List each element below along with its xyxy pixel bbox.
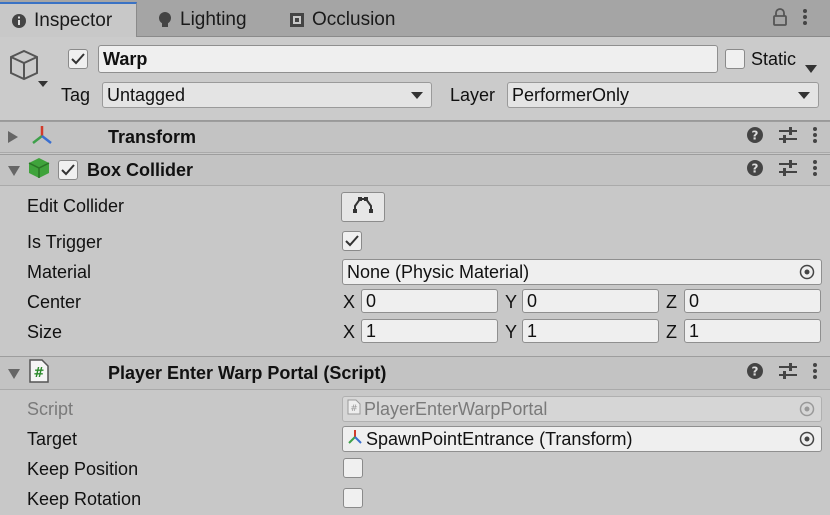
target-value: SpawnPointEntrance (Transform): [366, 428, 633, 449]
tab-lighting-label: Lighting: [180, 9, 247, 30]
lightbulb-icon: [156, 11, 174, 29]
center-y-input[interactable]: 0: [522, 289, 659, 313]
tab-lighting[interactable]: Lighting: [156, 4, 247, 36]
edit-collider-label: Edit Collider: [27, 196, 125, 216]
script-picker-icon: [799, 401, 815, 422]
static-label: Static: [751, 49, 797, 69]
object-picker-icon[interactable]: [799, 264, 815, 285]
box-collider-cube-icon: [28, 157, 50, 184]
center-label: Center: [27, 292, 82, 312]
box-collider-enabled-checkbox[interactable]: [58, 160, 78, 180]
script-foldout-icon[interactable]: [8, 363, 22, 384]
center-x-input[interactable]: 0: [361, 289, 498, 313]
transform-axes-small-icon: [347, 429, 363, 450]
tag-value: Untagged: [107, 84, 186, 105]
help-icon[interactable]: ?: [746, 362, 764, 385]
is-trigger-label: Is Trigger: [27, 232, 103, 252]
tag-dropdown[interactable]: Untagged: [102, 82, 432, 108]
static-dropdown-arrow-icon[interactable]: [805, 57, 817, 78]
material-field[interactable]: None (Physic Material): [342, 259, 822, 285]
transform-header[interactable]: Transform ?: [0, 121, 830, 153]
size-y-label: Y: [505, 322, 518, 342]
csharp-script-icon: #: [28, 358, 50, 388]
object-name-input[interactable]: Warp: [98, 45, 718, 73]
object-header: Warp Static Tag Untagged Layer Performer…: [0, 37, 830, 121]
center-z-input[interactable]: 0: [684, 289, 821, 313]
is-trigger-checkbox[interactable]: [342, 231, 362, 251]
static-checkbox[interactable]: [725, 49, 745, 69]
kebab-menu-icon[interactable]: [802, 8, 808, 31]
occlusion-icon: [288, 11, 306, 29]
svg-text:?: ?: [752, 364, 759, 378]
keep-rotation-label: Keep Rotation: [27, 489, 142, 509]
svg-text:?: ?: [752, 128, 759, 142]
tab-inspector[interactable]: Inspector: [0, 2, 138, 38]
center-y-label: Y: [505, 292, 518, 312]
keep-position-label: Keep Position: [27, 459, 139, 479]
size-z-label: Z: [666, 322, 677, 342]
material-label: Material: [27, 262, 92, 282]
script-component-header[interactable]: # Player Enter Warp Portal (Script) ?: [0, 356, 830, 390]
script-header-icons: ?: [746, 357, 818, 389]
active-checkbox[interactable]: [68, 49, 88, 69]
tab-bar: Inspector Lighting Occlusion: [0, 0, 830, 38]
script-component-title: Player Enter Warp Portal (Script): [108, 362, 387, 383]
svg-text:#: #: [34, 366, 45, 381]
box-collider-header-icons: ?: [746, 155, 818, 185]
keep-position-checkbox[interactable]: [343, 458, 363, 478]
target-label: Target: [27, 429, 78, 449]
presets-sliders-icon[interactable]: [778, 159, 798, 182]
target-picker-icon[interactable]: [799, 431, 815, 452]
script-file-icon: #: [347, 399, 361, 420]
size-label: Size: [27, 322, 63, 342]
script-value: PlayerEnterWarpPortal: [364, 398, 548, 419]
layer-label: Layer: [450, 85, 496, 105]
material-value: None (Physic Material): [347, 261, 530, 282]
layer-dropdown[interactable]: PerformerOnly: [507, 82, 819, 108]
size-x-input[interactable]: 1: [361, 319, 498, 343]
info-icon: [10, 12, 28, 30]
script-field: # PlayerEnterWarpPortal: [342, 396, 822, 422]
size-y-input[interactable]: 1: [522, 319, 659, 343]
presets-sliders-icon[interactable]: [778, 362, 798, 385]
svg-text:#: #: [350, 404, 358, 414]
tab-occlusion[interactable]: Occlusion: [288, 4, 395, 36]
help-icon[interactable]: ?: [746, 159, 764, 182]
size-z-input[interactable]: 1: [684, 319, 821, 343]
presets-sliders-icon[interactable]: [778, 126, 798, 149]
center-z-label: Z: [666, 292, 677, 312]
target-field[interactable]: SpawnPointEntrance (Transform): [342, 426, 822, 452]
box-collider-foldout-icon[interactable]: [8, 160, 22, 181]
keep-rotation-checkbox[interactable]: [343, 488, 363, 508]
tag-label: Tag: [61, 85, 91, 105]
layer-chevron-down-icon: [798, 92, 810, 99]
component-menu-icon[interactable]: [812, 362, 818, 385]
center-x-label: X: [343, 292, 356, 312]
svg-text:?: ?: [752, 161, 759, 175]
help-icon[interactable]: ?: [746, 126, 764, 149]
script-label: Script: [27, 399, 74, 419]
tab-occlusion-label: Occlusion: [312, 9, 396, 30]
edit-collider-button[interactable]: [341, 192, 385, 222]
component-menu-icon[interactable]: [812, 159, 818, 182]
transform-foldout-icon[interactable]: [8, 127, 22, 148]
box-collider-header[interactable]: Box Collider ?: [0, 154, 830, 186]
layer-value: PerformerOnly: [512, 84, 630, 105]
tag-chevron-down-icon: [411, 92, 423, 99]
transform-axes-icon: [30, 124, 54, 151]
edit-collider-icon: [352, 196, 374, 219]
component-menu-icon[interactable]: [812, 126, 818, 149]
size-x-label: X: [343, 322, 356, 342]
transform-title: Transform: [108, 126, 197, 147]
box-collider-title: Box Collider: [87, 159, 194, 180]
lock-icon[interactable]: [772, 8, 788, 31]
transform-header-icons: ?: [746, 122, 818, 152]
gameobject-cube-icon[interactable]: [8, 47, 48, 94]
tab-inspector-label: Inspector: [34, 10, 113, 31]
